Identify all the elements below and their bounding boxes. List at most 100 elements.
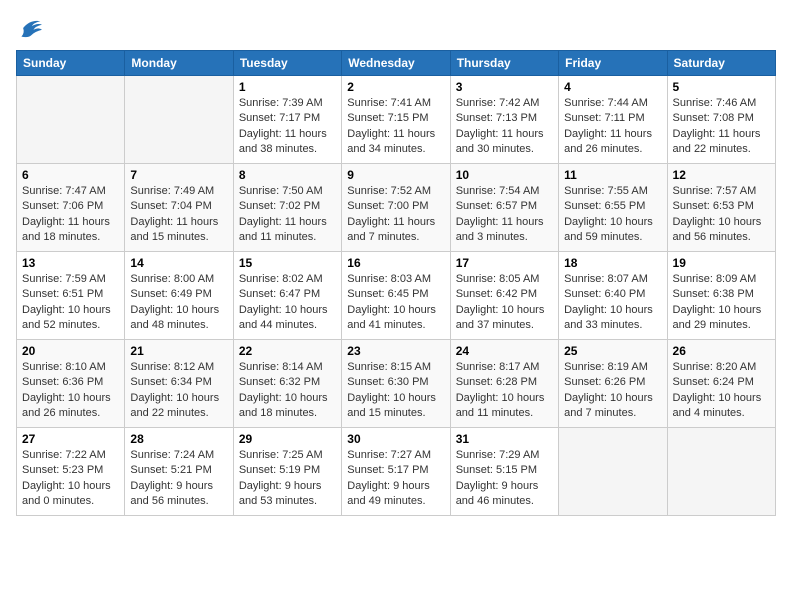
day-number: 17 <box>456 256 553 270</box>
day-number: 21 <box>130 344 227 358</box>
day-number: 27 <box>22 432 119 446</box>
day-number: 19 <box>673 256 770 270</box>
day-detail: Sunrise: 7:54 AM Sunset: 6:57 PM Dayligh… <box>456 184 553 246</box>
calendar-cell: 19 Sunrise: 8:09 AM Sunset: 6:38 PM Dayli… <box>667 252 775 340</box>
day-detail: Sunrise: 7:24 AM Sunset: 5:21 PM Dayligh… <box>130 448 227 510</box>
weekday-header-row: SundayMondayTuesdayWednesdayThursdayFrid… <box>17 51 776 76</box>
day-detail: Sunrise: 8:02 AM Sunset: 6:47 PM Dayligh… <box>239 272 336 334</box>
day-detail: Sunrise: 7:27 AM Sunset: 5:17 PM Dayligh… <box>347 448 444 510</box>
day-number: 23 <box>347 344 444 358</box>
day-number: 31 <box>456 432 553 446</box>
calendar-week-row: 27 Sunrise: 7:22 AM Sunset: 5:23 PM Dayli… <box>17 428 776 516</box>
calendar-cell: 30 Sunrise: 7:27 AM Sunset: 5:17 PM Dayli… <box>342 428 450 516</box>
calendar-table: SundayMondayTuesdayWednesdayThursdayFrid… <box>16 50 776 516</box>
calendar-cell <box>559 428 667 516</box>
weekday-header: Sunday <box>17 51 125 76</box>
calendar-cell <box>17 76 125 164</box>
calendar-cell: 18 Sunrise: 8:07 AM Sunset: 6:40 PM Dayli… <box>559 252 667 340</box>
calendar-cell: 24 Sunrise: 8:17 AM Sunset: 6:28 PM Dayli… <box>450 340 558 428</box>
calendar-cell: 28 Sunrise: 7:24 AM Sunset: 5:21 PM Dayli… <box>125 428 233 516</box>
calendar-cell: 8Sunrise: 7:50 AM Sunset: 7:02 PM Daylig… <box>233 164 341 252</box>
day-detail: Sunrise: 7:41 AM Sunset: 7:15 PM Dayligh… <box>347 96 444 158</box>
calendar-cell: 15Sunrise: 8:02 AM Sunset: 6:47 PM Dayli… <box>233 252 341 340</box>
day-detail: Sunrise: 8:14 AM Sunset: 6:32 PM Dayligh… <box>239 360 336 422</box>
logo-bird-icon <box>16 16 44 40</box>
day-detail: Sunrise: 8:05 AM Sunset: 6:42 PM Dayligh… <box>456 272 553 334</box>
day-number: 7 <box>130 168 227 182</box>
day-detail: Sunrise: 7:52 AM Sunset: 7:00 PM Dayligh… <box>347 184 444 246</box>
calendar-week-row: 20 Sunrise: 8:10 AM Sunset: 6:36 PM Dayli… <box>17 340 776 428</box>
day-number: 26 <box>673 344 770 358</box>
weekday-header: Monday <box>125 51 233 76</box>
day-detail: Sunrise: 7:59 AM Sunset: 6:51 PM Dayligh… <box>22 272 119 334</box>
day-detail: Sunrise: 7:29 AM Sunset: 5:15 PM Dayligh… <box>456 448 553 510</box>
day-number: 28 <box>130 432 227 446</box>
calendar-cell: 3 Sunrise: 7:42 AM Sunset: 7:13 PM Daylig… <box>450 76 558 164</box>
weekday-header: Saturday <box>667 51 775 76</box>
day-number: 30 <box>347 432 444 446</box>
day-detail: Sunrise: 7:46 AM Sunset: 7:08 PM Dayligh… <box>673 96 770 158</box>
day-number: 6 <box>22 168 119 182</box>
weekday-header: Thursday <box>450 51 558 76</box>
day-detail: Sunrise: 7:47 AM Sunset: 7:06 PM Dayligh… <box>22 184 119 246</box>
day-number: 11 <box>564 168 661 182</box>
day-detail: Sunrise: 7:42 AM Sunset: 7:13 PM Dayligh… <box>456 96 553 158</box>
day-detail: Sunrise: 8:09 AM Sunset: 6:38 PM Dayligh… <box>673 272 770 334</box>
calendar-cell: 10Sunrise: 7:54 AM Sunset: 6:57 PM Dayli… <box>450 164 558 252</box>
calendar-week-row: 1Sunrise: 7:39 AM Sunset: 7:17 PM Daylig… <box>17 76 776 164</box>
calendar-cell: 22 Sunrise: 8:14 AM Sunset: 6:32 PM Dayli… <box>233 340 341 428</box>
day-detail: Sunrise: 7:44 AM Sunset: 7:11 PM Dayligh… <box>564 96 661 158</box>
calendar-cell: 27 Sunrise: 7:22 AM Sunset: 5:23 PM Dayli… <box>17 428 125 516</box>
calendar-cell: 31 Sunrise: 7:29 AM Sunset: 5:15 PM Dayli… <box>450 428 558 516</box>
calendar-cell <box>667 428 775 516</box>
day-number: 9 <box>347 168 444 182</box>
weekday-header: Tuesday <box>233 51 341 76</box>
day-detail: Sunrise: 7:57 AM Sunset: 6:53 PM Dayligh… <box>673 184 770 246</box>
calendar-cell: 9 Sunrise: 7:52 AM Sunset: 7:00 PM Daylig… <box>342 164 450 252</box>
calendar-cell: 20 Sunrise: 8:10 AM Sunset: 6:36 PM Dayli… <box>17 340 125 428</box>
day-number: 20 <box>22 344 119 358</box>
calendar-cell: 11Sunrise: 7:55 AM Sunset: 6:55 PM Dayli… <box>559 164 667 252</box>
calendar-cell <box>125 76 233 164</box>
calendar-cell: 13Sunrise: 7:59 AM Sunset: 6:51 PM Dayli… <box>17 252 125 340</box>
day-detail: Sunrise: 7:22 AM Sunset: 5:23 PM Dayligh… <box>22 448 119 510</box>
day-number: 16 <box>347 256 444 270</box>
day-detail: Sunrise: 7:25 AM Sunset: 5:19 PM Dayligh… <box>239 448 336 510</box>
calendar-cell: 25 Sunrise: 8:19 AM Sunset: 6:26 PM Dayli… <box>559 340 667 428</box>
calendar-cell: 29 Sunrise: 7:25 AM Sunset: 5:19 PM Dayli… <box>233 428 341 516</box>
day-number: 25 <box>564 344 661 358</box>
day-detail: Sunrise: 8:10 AM Sunset: 6:36 PM Dayligh… <box>22 360 119 422</box>
day-number: 5 <box>673 80 770 94</box>
day-detail: Sunrise: 7:49 AM Sunset: 7:04 PM Dayligh… <box>130 184 227 246</box>
day-number: 12 <box>673 168 770 182</box>
calendar-cell: 17 Sunrise: 8:05 AM Sunset: 6:42 PM Dayli… <box>450 252 558 340</box>
calendar-week-row: 6 Sunrise: 7:47 AM Sunset: 7:06 PM Daylig… <box>17 164 776 252</box>
header <box>16 16 776 40</box>
day-number: 8 <box>239 168 336 182</box>
day-detail: Sunrise: 8:03 AM Sunset: 6:45 PM Dayligh… <box>347 272 444 334</box>
weekday-header: Friday <box>559 51 667 76</box>
calendar-cell: 23 Sunrise: 8:15 AM Sunset: 6:30 PM Dayli… <box>342 340 450 428</box>
calendar-cell: 1Sunrise: 7:39 AM Sunset: 7:17 PM Daylig… <box>233 76 341 164</box>
calendar-cell: 14Sunrise: 8:00 AM Sunset: 6:49 PM Dayli… <box>125 252 233 340</box>
day-detail: Sunrise: 8:20 AM Sunset: 6:24 PM Dayligh… <box>673 360 770 422</box>
day-number: 24 <box>456 344 553 358</box>
day-number: 29 <box>239 432 336 446</box>
day-number: 22 <box>239 344 336 358</box>
day-detail: Sunrise: 7:39 AM Sunset: 7:17 PM Dayligh… <box>239 96 336 158</box>
day-number: 18 <box>564 256 661 270</box>
day-number: 3 <box>456 80 553 94</box>
day-detail: Sunrise: 8:15 AM Sunset: 6:30 PM Dayligh… <box>347 360 444 422</box>
logo <box>16 16 48 40</box>
calendar-cell: 6 Sunrise: 7:47 AM Sunset: 7:06 PM Daylig… <box>17 164 125 252</box>
day-number: 14 <box>130 256 227 270</box>
day-detail: Sunrise: 8:17 AM Sunset: 6:28 PM Dayligh… <box>456 360 553 422</box>
day-number: 2 <box>347 80 444 94</box>
day-detail: Sunrise: 8:19 AM Sunset: 6:26 PM Dayligh… <box>564 360 661 422</box>
calendar-cell: 7 Sunrise: 7:49 AM Sunset: 7:04 PM Daylig… <box>125 164 233 252</box>
day-detail: Sunrise: 8:12 AM Sunset: 6:34 PM Dayligh… <box>130 360 227 422</box>
day-detail: Sunrise: 8:07 AM Sunset: 6:40 PM Dayligh… <box>564 272 661 334</box>
weekday-header: Wednesday <box>342 51 450 76</box>
calendar-cell: 16 Sunrise: 8:03 AM Sunset: 6:45 PM Dayli… <box>342 252 450 340</box>
calendar-week-row: 13Sunrise: 7:59 AM Sunset: 6:51 PM Dayli… <box>17 252 776 340</box>
